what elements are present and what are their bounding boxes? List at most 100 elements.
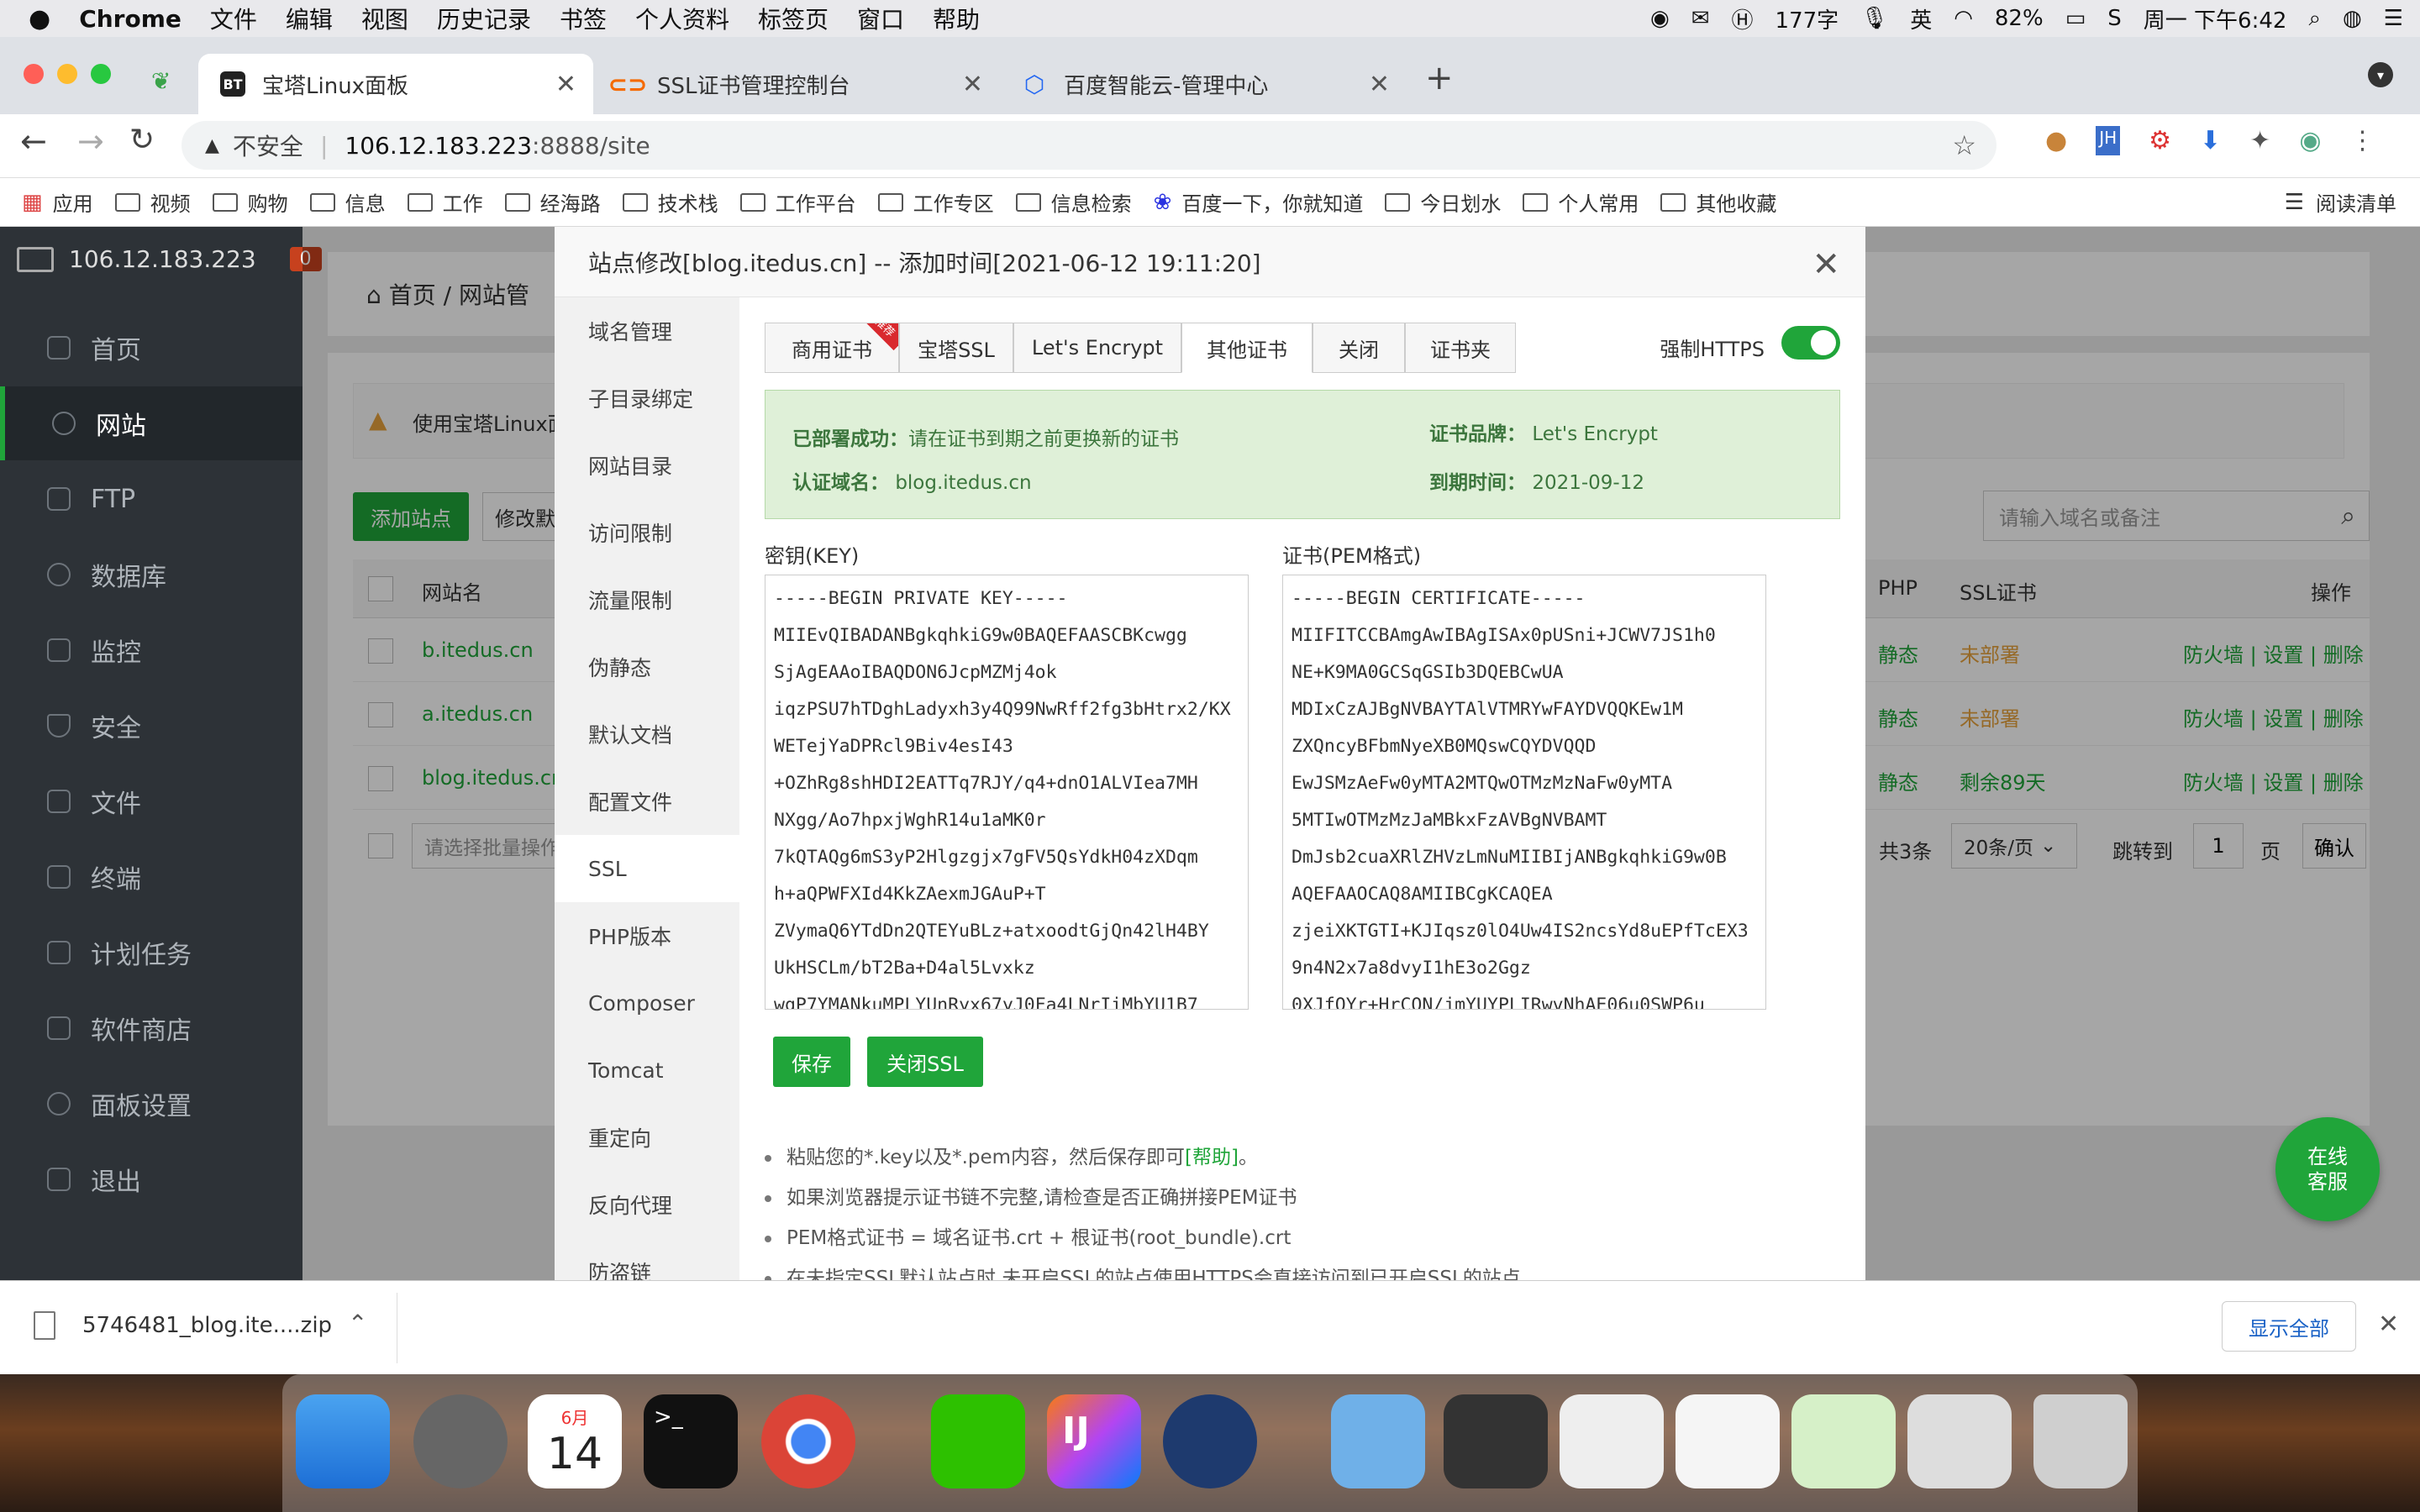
bookmark-folder[interactable]: 技术栈 — [622, 187, 718, 217]
omnibox[interactable]: ▲ 不安全 | 106.12.183.223 :8888/site ☆ — [182, 121, 1996, 170]
tab-close[interactable]: 关闭 — [1313, 323, 1405, 373]
sidebar-item-terminal[interactable]: 终端 — [0, 840, 302, 914]
launchpad-icon[interactable] — [413, 1394, 508, 1488]
battery-icon[interactable]: ▭ — [2065, 6, 2086, 31]
finder-icon[interactable] — [296, 1394, 390, 1488]
close-download-bar-icon[interactable]: ✕ — [2378, 1310, 2399, 1339]
wechat-icon[interactable] — [931, 1394, 1025, 1488]
tab-bt-panel[interactable]: BT 宝塔Linux面板 ✕ — [198, 54, 593, 114]
bookmark-folder[interactable]: 信息检索 — [1015, 187, 1132, 217]
tab-baidu-cloud[interactable]: ⬡ 百度智能云-管理中心 ✕ — [1000, 54, 1407, 114]
bookmark-folder[interactable]: 视频 — [114, 187, 191, 217]
bookmark-folder[interactable]: 工作专区 — [877, 187, 994, 217]
menu-tabs[interactable]: 标签页 — [758, 2, 829, 35]
menu-app-name[interactable]: Chrome — [79, 5, 182, 33]
modal-nav-ssl[interactable]: SSL — [555, 835, 739, 902]
sidebar-item-security[interactable]: 安全 — [0, 689, 302, 763]
modal-nav-subdir[interactable]: 子目录绑定 — [555, 365, 739, 432]
tab-cert-folder[interactable]: 证书夹 — [1405, 323, 1516, 373]
input-method[interactable]: 英 — [1910, 3, 1932, 34]
app-s-icon[interactable]: S — [2107, 6, 2122, 31]
modal-nav-access[interactable]: 访问限制 — [555, 499, 739, 566]
record-icon[interactable]: ◉ — [1650, 6, 1670, 31]
cookie-extension-icon[interactable]: ● — [2045, 126, 2067, 155]
sidebar-item-website[interactable]: 网站 — [0, 386, 302, 460]
tab-bt-ssl[interactable]: 宝塔SSL — [899, 323, 1013, 373]
close-icon[interactable]: ✕ — [1812, 245, 1840, 284]
modal-nav-redirect[interactable]: 重定向 — [555, 1104, 739, 1171]
bookmark-folder[interactable]: 工作平台 — [739, 187, 856, 217]
bookmark-folder[interactable]: 经海路 — [504, 187, 601, 217]
menu-window[interactable]: 窗口 — [857, 2, 904, 35]
tab-lets-encrypt[interactable]: Let's Encrypt — [1013, 323, 1181, 373]
apple-icon[interactable]: ● — [29, 4, 50, 34]
minimize-window-icon[interactable] — [57, 64, 77, 84]
bookmark-folder[interactable]: 个人常用 — [1523, 187, 1639, 217]
sidebar-item-files[interactable]: 文件 — [0, 764, 302, 838]
download-filename[interactable]: 5746481_blog.ite....zip — [82, 1313, 332, 1338]
sidebar-item-ftp[interactable]: FTP — [0, 462, 302, 536]
bookmark-folder[interactable]: 购物 — [212, 187, 288, 217]
sidebar-item-store[interactable]: 软件商店 — [0, 991, 302, 1065]
calendar-icon[interactable]: 6月 14 — [528, 1394, 622, 1488]
microphone-icon[interactable]: 🎙 — [1860, 6, 1888, 31]
close-ssl-button[interactable]: 关闭SSL — [867, 1037, 983, 1087]
tab-commercial-cert[interactable]: 商用证书 推荐 — [765, 323, 899, 373]
reading-list[interactable]: ☰ 阅读清单 — [2285, 187, 2396, 217]
tab-ssl-console[interactable]: ⊂⊃ SSL证书管理控制台 ✕ — [593, 54, 1000, 114]
trash-icon[interactable] — [2033, 1394, 2128, 1488]
sidebar-item-cron[interactable]: 计划任务 — [0, 916, 302, 990]
siri-icon[interactable]: ◍ — [2343, 6, 2362, 31]
tab-search-icon[interactable]: ▾ — [2368, 62, 2393, 87]
sidebar-item-database[interactable]: 数据库 — [0, 538, 302, 612]
window-thumbnail[interactable] — [1676, 1394, 1780, 1488]
modal-nav-config[interactable]: 配置文件 — [555, 768, 739, 835]
menu-file[interactable]: 文件 — [210, 2, 257, 35]
show-all-button[interactable]: 显示全部 — [2222, 1301, 2356, 1352]
wifi-icon[interactable]: ◠ — [1954, 6, 1973, 31]
downloads-folder-icon[interactable] — [1331, 1394, 1425, 1488]
h-icon[interactable]: Ⓗ — [1732, 3, 1754, 34]
bookmark-folder[interactable]: 其他收藏 — [1660, 187, 1776, 217]
modal-nav-traffic[interactable]: 流量限制 — [555, 566, 739, 633]
quicktime-icon[interactable] — [1163, 1394, 1257, 1488]
menu-help[interactable]: 帮助 — [933, 2, 980, 35]
chrome-icon[interactable] — [761, 1394, 855, 1488]
live-chat-button[interactable]: 在线 客服 — [2275, 1117, 2380, 1221]
modal-nav-tomcat[interactable]: Tomcat — [555, 1037, 739, 1104]
sidebar-item-logout[interactable]: 退出 — [0, 1142, 302, 1216]
wechat-status-icon[interactable]: ✉ — [1691, 6, 1710, 31]
clock[interactable]: 周一 下午6:42 — [2144, 3, 2287, 34]
modal-nav-composer[interactable]: Composer — [555, 969, 739, 1037]
url-path[interactable]: :8888/site — [532, 132, 650, 160]
download-extension-icon[interactable]: ⬇ — [2200, 126, 2221, 155]
bookmark-folder[interactable]: 今日划水 — [1385, 187, 1501, 217]
menu-bookmarks[interactable]: 书签 — [560, 2, 607, 35]
sidebar-item-home[interactable]: 首页 — [0, 311, 302, 385]
window-thumbnail[interactable] — [1560, 1394, 1664, 1488]
save-button[interactable]: 保存 — [773, 1037, 850, 1087]
modal-nav-proxy[interactable]: 反向代理 — [555, 1171, 739, 1238]
certificate-textarea[interactable]: -----BEGIN CERTIFICATE----- MIIFITCCBAmg… — [1282, 575, 1766, 1010]
control-center-icon[interactable]: ☰ — [2384, 6, 2403, 31]
bookmark-baidu[interactable]: ❀ 百度一下，你就知道 — [1154, 187, 1364, 217]
hierarchy-extension-icon[interactable]: ⚙ — [2149, 126, 2171, 155]
jh-extension-icon[interactable]: JH — [2096, 126, 2121, 155]
modal-nav-directory[interactable]: 网站目录 — [555, 432, 739, 499]
window-thumbnail[interactable] — [1907, 1394, 2012, 1488]
private-key-textarea[interactable]: -----BEGIN PRIVATE KEY----- MIIEvQIBADAN… — [765, 575, 1249, 1010]
intellij-icon[interactable]: IJ — [1047, 1394, 1141, 1488]
security-label[interactable]: 不安全 — [233, 129, 303, 162]
search-icon[interactable]: ⌕ — [2308, 6, 2321, 32]
bookmark-folder[interactable]: 信息 — [309, 187, 386, 217]
close-tab-icon[interactable]: ✕ — [555, 70, 576, 99]
bookmark-star-icon[interactable]: ☆ — [1952, 129, 1976, 161]
help-link[interactable]: [帮助] — [1185, 1147, 1239, 1168]
menu-history[interactable]: 历史记录 — [437, 2, 531, 35]
sidebar-item-monitor[interactable]: 监控 — [0, 613, 302, 687]
bookmark-apps[interactable]: ▦ 应用 — [22, 187, 93, 217]
sidebar-item-settings[interactable]: 面板设置 — [0, 1067, 302, 1141]
close-tab-icon[interactable]: ✕ — [1369, 70, 1390, 99]
modal-nav-hotlink[interactable]: 防盗链 — [555, 1238, 739, 1280]
url-host[interactable]: 106.12.183.223 — [345, 132, 532, 160]
